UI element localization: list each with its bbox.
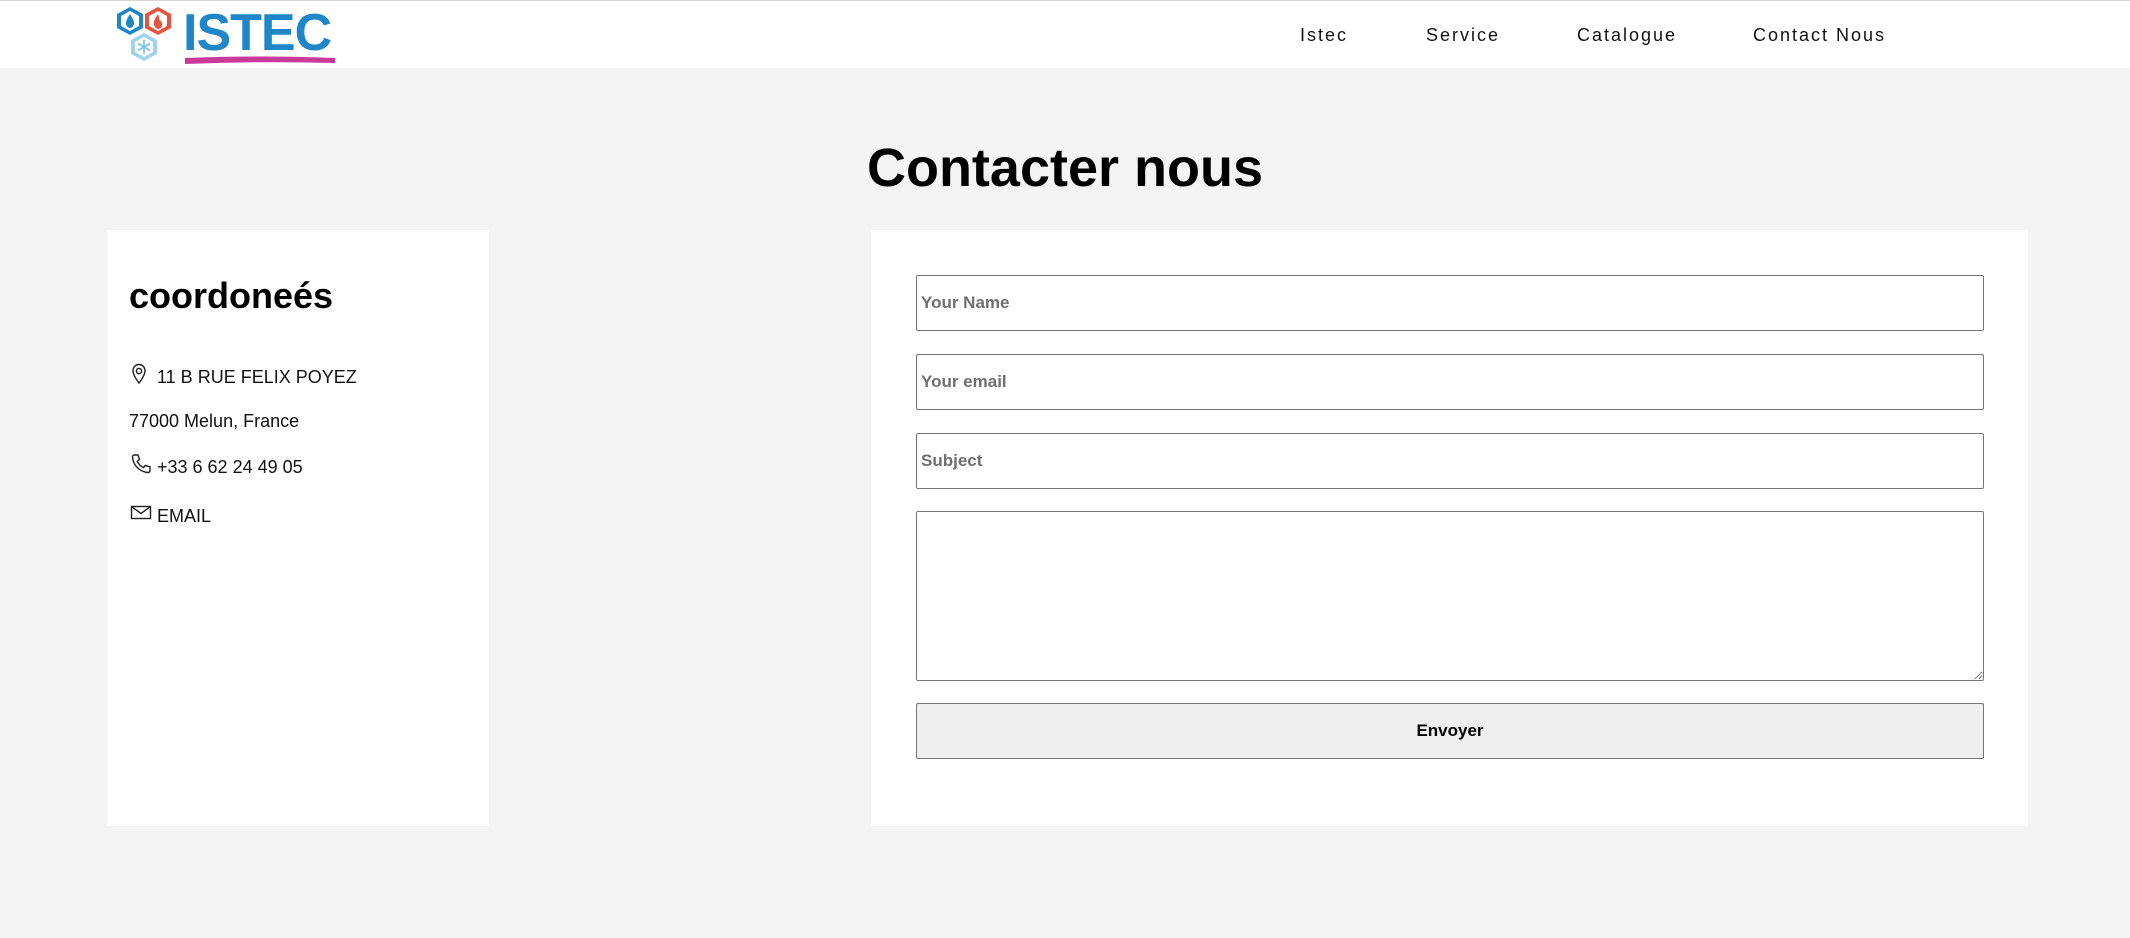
address-street: 11 B RUE FELIX POYEZ bbox=[157, 367, 357, 387]
top-navbar: ISTEC Istec Service Catalogue Contact No… bbox=[0, 0, 2130, 68]
subject-input[interactable] bbox=[916, 433, 1984, 489]
message-textarea[interactable] bbox=[916, 511, 1984, 681]
logo-wordmark: ISTEC bbox=[183, 4, 332, 62]
location-pin-icon bbox=[129, 362, 153, 386]
email-line: EMAIL bbox=[129, 503, 211, 527]
phone-line: +33 6 62 24 49 05 bbox=[129, 454, 303, 478]
envelope-icon bbox=[129, 501, 153, 525]
nav-link-contact-nous[interactable]: Contact Nous bbox=[1753, 23, 1886, 47]
nav-link-service[interactable]: Service bbox=[1426, 23, 1500, 47]
email-input[interactable] bbox=[916, 354, 1984, 410]
address-city: 77000 Melun, France bbox=[129, 411, 300, 431]
address-line-1: 11 B RUE FELIX POYEZ bbox=[129, 362, 357, 388]
contact-info-title: coordoneés bbox=[129, 275, 334, 316]
contact-info-card: coordoneés 11 B RUE FELIX POYEZ 77000 Me… bbox=[107, 230, 489, 826]
name-input[interactable] bbox=[916, 275, 1984, 331]
envoyer-button[interactable]: Envoyer bbox=[916, 703, 1984, 759]
contact-form-card: Envoyer bbox=[871, 230, 2028, 826]
phone-icon bbox=[129, 452, 153, 476]
nav-link-catalogue[interactable]: Catalogue bbox=[1577, 23, 1677, 47]
email-link[interactable]: EMAIL bbox=[157, 505, 211, 527]
phone-number[interactable]: +33 6 62 24 49 05 bbox=[157, 456, 303, 478]
page-title: Contacter nous bbox=[866, 138, 1264, 198]
address-line-2: 77000 Melun, France bbox=[129, 410, 299, 432]
istec-logo[interactable]: ISTEC bbox=[113, 3, 338, 67]
nav-link-istec[interactable]: Istec bbox=[1300, 23, 1348, 47]
